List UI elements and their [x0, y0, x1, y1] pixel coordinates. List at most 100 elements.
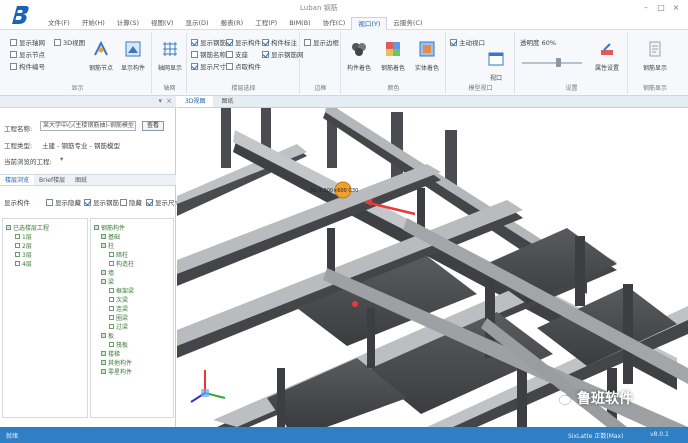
project-browse-button[interactable]: 查看 [142, 121, 164, 131]
subtab-drawing[interactable]: 图纸 [70, 175, 92, 185]
checkbox-icon [46, 198, 53, 206]
tab-report[interactable]: 报表(R) [215, 17, 250, 30]
tree-node[interactable]: 基础 [101, 232, 120, 241]
solid-color-button[interactable]: 实体着色 [410, 40, 444, 72]
check-active-viewport[interactable]: 主动视口 [450, 37, 485, 47]
tree-node[interactable]: 圈梁 [109, 313, 128, 322]
tab-calculate[interactable]: 计算(S) [111, 17, 145, 30]
tree-node[interactable]: 构造柱 [109, 259, 134, 268]
tree-node[interactable]: 梁 [101, 277, 114, 286]
node-icon [109, 288, 114, 293]
subtab-brief[interactable]: Brief楼层 [34, 175, 70, 185]
close-icon[interactable]: × [166, 97, 172, 105]
node-icon [109, 315, 114, 320]
checkbox-icon [262, 50, 269, 58]
group-model-viewport: 主动视口 视口 模型视口 [447, 32, 515, 94]
pin-icon[interactable]: ▾ [158, 97, 162, 105]
filter-dims[interactable]: 显示尺寸 [146, 197, 181, 207]
checkbox-icon [191, 62, 198, 70]
checkbox-icon [226, 62, 233, 70]
tree-node[interactable]: 其他构件 [101, 358, 132, 367]
tree-node[interactable]: 框架梁 [109, 286, 134, 295]
tab-collab[interactable]: 协作(C) [317, 17, 352, 30]
node-icon [15, 252, 20, 257]
checkbox-icon [10, 62, 17, 70]
tree-node[interactable]: 2层 [15, 241, 32, 250]
ribbon: 显示轴网 3D视图 显示节点 构件编号 钢筋节点 显示构件 显示 轴网显示 轴网… [0, 30, 688, 96]
panel-header: ▾ × [0, 96, 176, 108]
current-project-label: 当前浏览的工程: [4, 158, 52, 166]
tree-node[interactable]: 筏板 [109, 340, 128, 349]
show-member-button[interactable]: 显示构件 [116, 40, 150, 72]
slider-thumb[interactable] [556, 58, 561, 67]
tree-node[interactable]: 墙 [101, 268, 114, 277]
tree-node[interactable]: 暗柱 [109, 250, 128, 259]
tree-node[interactable]: 零星构件 [101, 367, 132, 376]
group-floor: 显示钢筋 显示构件 构件标注 钢筋名称 支座 显示钢筋网 显示尺寸 点取构件 楼… [188, 32, 304, 94]
tree-node[interactable]: 过梁 [109, 322, 128, 331]
model-viewport[interactable]: 3D视图 图纸 KL-1 300×600 C30 [177, 96, 688, 427]
tab-drawing[interactable]: 图纸 [213, 96, 241, 107]
structure-3d-view[interactable]: KL-1 300×600 C30 [177, 108, 688, 427]
tab-display[interactable]: 显示(D) [180, 17, 215, 30]
filter-rebar[interactable]: 显示钢筋 [84, 197, 119, 207]
check-3d[interactable]: 3D视图 [54, 37, 85, 47]
check-member-label[interactable]: 构件标注 [262, 37, 297, 47]
check-axis[interactable]: 显示轴网 [10, 37, 45, 47]
current-project-dropdown[interactable]: ▾ [60, 155, 63, 163]
node-icon [109, 252, 114, 257]
node-icon [109, 342, 114, 347]
axis-display-button[interactable]: 轴网显示 [153, 40, 187, 72]
rebar-node-button[interactable]: 钢筋节点 [84, 40, 118, 72]
filter-hidden[interactable]: 显示隐藏 [46, 197, 81, 207]
check-number[interactable]: 构件编号 [10, 61, 45, 71]
check-pick-member[interactable]: 点取构件 [226, 61, 261, 71]
rebar-node-icon [94, 40, 108, 56]
check-rebar-name[interactable]: 钢筋名称 [191, 49, 226, 59]
tree-node[interactable]: 次梁 [109, 295, 128, 304]
tab-file[interactable]: 文件(F) [42, 17, 76, 30]
check-rebar-mesh[interactable]: 显示钢筋网 [262, 49, 304, 59]
left-subtabs: 楼层浏览 Brief楼层 图纸 [0, 174, 176, 186]
tree-node[interactable]: 4层 [15, 259, 32, 268]
tree-node[interactable]: 楼梯 [101, 349, 120, 358]
minimize-button[interactable]: – [640, 3, 652, 13]
tab-project[interactable]: 工程(P) [249, 17, 283, 30]
member-color-button[interactable]: 构件着色 [342, 40, 376, 72]
transparency-slider[interactable] [522, 62, 582, 64]
wechat-icon [553, 391, 572, 405]
tree-node[interactable]: 连梁 [109, 304, 128, 313]
check-border[interactable]: 显示边框 [304, 37, 339, 47]
close-button[interactable]: × [670, 3, 682, 13]
rebar-color-button[interactable]: 钢筋着色 [376, 40, 410, 72]
tree-node[interactable]: 柱 [101, 241, 114, 250]
tab-cloud[interactable]: 云服务(C) [387, 17, 428, 30]
viewport-button[interactable]: 视口 [479, 50, 513, 82]
tree-node[interactable]: 已选楼层工程 [6, 223, 49, 232]
group-color: 构件着色 钢筋着色 实体着色 颜色 [342, 32, 446, 94]
tree-node[interactable]: 3层 [15, 250, 32, 259]
tab-home[interactable]: 开始(H) [76, 17, 111, 30]
tab-bim[interactable]: BIM(B) [283, 17, 317, 30]
tab-viewport[interactable]: 视口(Y) [351, 17, 388, 30]
check-show-member[interactable]: 显示构件 [226, 37, 261, 47]
check-node[interactable]: 显示节点 [10, 49, 45, 59]
project-name-combo[interactable]: 某大学中心(主楼钢筋抽)-钢筋模型 [40, 121, 136, 131]
tree-node[interactable]: 板 [101, 331, 114, 340]
check-show-dims[interactable]: 显示尺寸 [191, 61, 226, 71]
maximize-button[interactable]: □ [655, 3, 667, 13]
subtab-floor[interactable]: 楼层浏览 [0, 175, 35, 185]
node-icon [101, 360, 106, 365]
tree-node[interactable]: 钢筋构件 [94, 223, 125, 232]
status-text: 就绪 [6, 433, 19, 440]
check-support[interactable]: 支座 [226, 49, 248, 59]
app-logo[interactable] [6, 2, 32, 28]
property-settings-button[interactable]: 属性设置 [590, 40, 624, 72]
tree-node[interactable]: 1层 [15, 232, 32, 241]
tab-3d-view[interactable]: 3D视图 [177, 96, 214, 107]
viewport-tabs: 3D视图 图纸 [177, 96, 688, 108]
rebar-display-button[interactable]: 钢筋显示 [638, 40, 672, 72]
check-show-rebar[interactable]: 显示钢筋 [191, 37, 226, 47]
tab-view[interactable]: 视图(V) [145, 17, 180, 30]
filter-hide[interactable]: 隐藏 [120, 197, 142, 207]
